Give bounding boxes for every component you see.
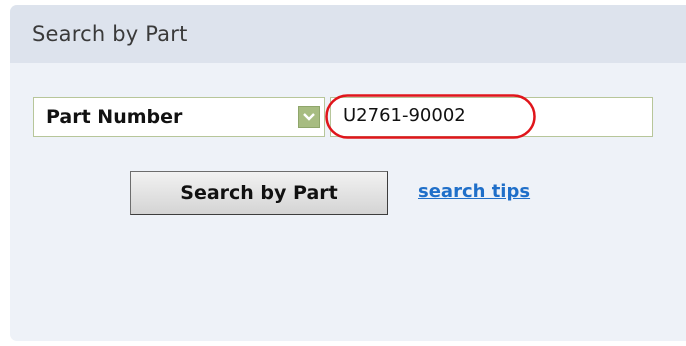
chevron-down-icon[interactable] xyxy=(298,106,320,128)
part-number-input[interactable]: U2761-90002 xyxy=(330,97,653,137)
panel-title: Search by Part xyxy=(32,22,188,46)
search-type-select[interactable]: Part Number xyxy=(33,97,325,137)
search-type-selected-value: Part Number xyxy=(46,106,183,128)
search-tips-link[interactable]: search tips xyxy=(418,181,530,202)
search-button-label: Search by Part xyxy=(180,182,338,204)
panel-header: Search by Part xyxy=(10,5,686,63)
part-number-input-value: U2761-90002 xyxy=(343,105,466,126)
search-by-part-button[interactable]: Search by Part xyxy=(130,171,388,215)
